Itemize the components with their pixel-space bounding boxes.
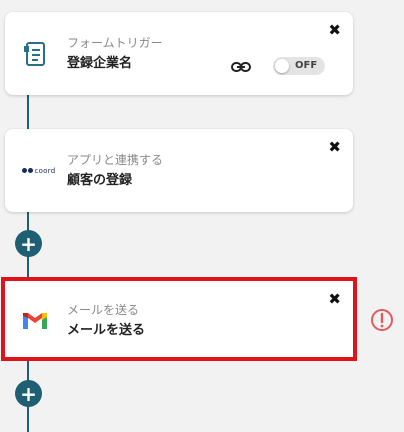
toggle-state-label: OFF	[295, 60, 318, 71]
coord-app-logo-icon: coord	[19, 155, 59, 187]
add-step-button[interactable]: +	[15, 230, 42, 257]
coord-logo-text: coord	[34, 166, 56, 175]
close-icon[interactable]: ✖	[328, 140, 341, 155]
link-icon[interactable]	[231, 59, 251, 73]
step-title: 顧客の登録	[67, 173, 133, 188]
step-type-label: フォームトリガー	[67, 36, 163, 50]
form-document-icon	[19, 38, 51, 70]
alert-circle-icon[interactable]	[370, 308, 394, 332]
step-type-label: アプリと連携する	[67, 153, 164, 167]
selection-highlight-frame	[1, 277, 357, 361]
step-title: 登録企業名	[67, 56, 133, 71]
flow-step-app-integration[interactable]: coord アプリと連携する 顧客の登録 ✖	[5, 129, 353, 212]
flow-step-form-trigger[interactable]: フォームトリガー 登録企業名 OFF ✖	[5, 12, 353, 95]
toggle-knob	[275, 59, 289, 73]
close-icon[interactable]: ✖	[328, 23, 341, 38]
trigger-toggle-switch[interactable]: OFF	[273, 57, 325, 75]
add-step-button[interactable]: +	[15, 380, 42, 407]
